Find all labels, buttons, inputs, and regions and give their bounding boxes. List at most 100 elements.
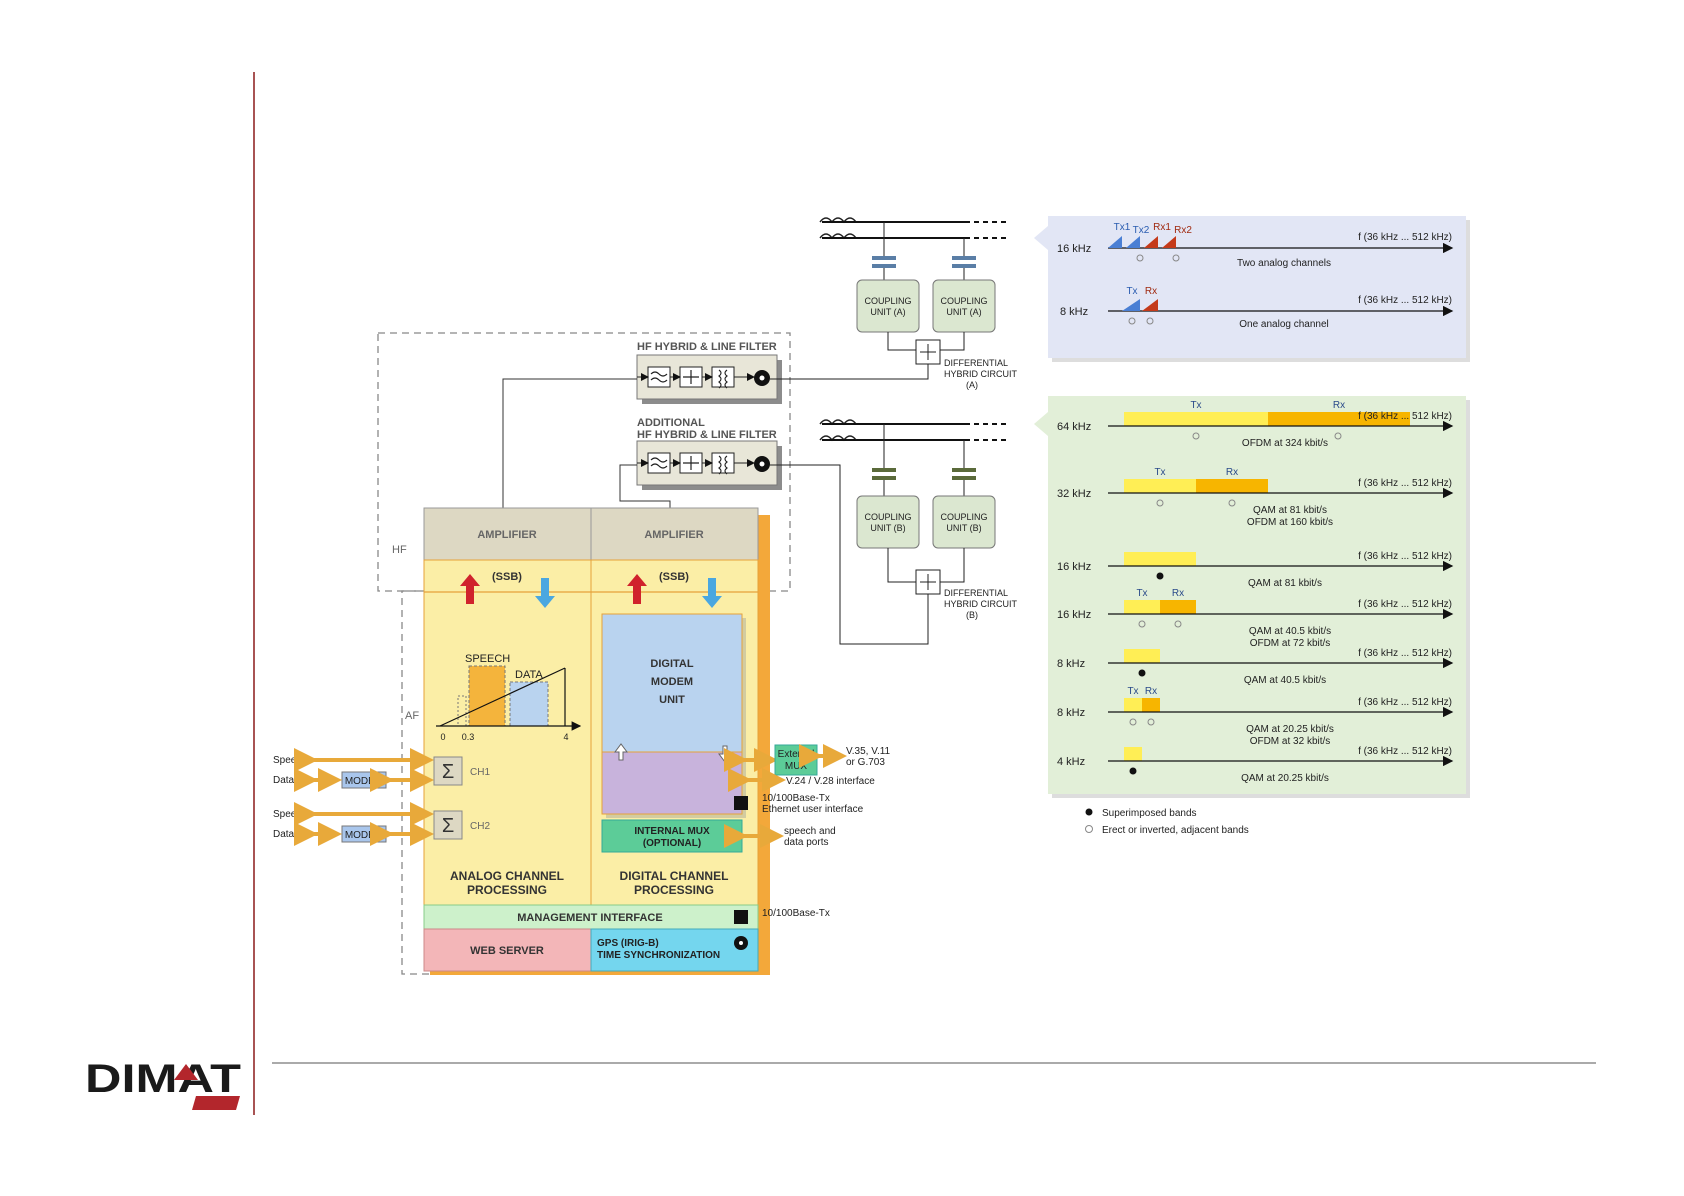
freq-range-label: f (36 kHz ... 512 kHz) [1358,599,1452,610]
svg-text:UNIT (B): UNIT (B) [870,523,905,533]
data-band [509,681,549,727]
freq-range-label: f (36 kHz ... 512 kHz) [1358,746,1452,757]
channel-name: CH1 [470,767,490,778]
logo-text: DIMAT [85,1057,241,1101]
bw-label: 64 kHz [1057,421,1091,433]
web-server-label: WEB SERVER [470,945,544,957]
analog-processing-1: ANALOG CHANNEL [450,869,564,883]
superimposed-dot [1156,572,1164,580]
svg-text:(A): (A) [966,380,978,390]
modem-label: MODEM [345,776,383,787]
bw-label: 16 kHz [1057,609,1091,621]
ssb-label-1: (SSB) [492,571,522,583]
tx-band [1124,552,1196,566]
coupling-unit-a2 [932,279,996,333]
svg-text:Σ: Σ [442,761,454,783]
transformer-icon [711,452,735,474]
svg-text:One analog channel: One analog channel [1239,319,1329,330]
rx-band [1160,600,1196,614]
additional-title-1: ADDITIONAL [637,417,705,429]
freq-range-label: f (36 kHz ... 512 kHz) [1358,697,1452,708]
svg-text:DIFFERENTIAL: DIFFERENTIAL [944,588,1008,598]
modulation-caption: OFDM at 72 kbit/s [1250,638,1331,649]
amplifier-label-2: AMPLIFIER [644,529,703,541]
rx-band [1196,479,1268,493]
channel-1: Speech Data MODEM Σ CH1 [273,748,490,792]
channel-name: CH2 [470,821,490,832]
band-label: Tx [1127,686,1138,697]
coupling-b-group: COUPLING UNIT (B) COUPLING UNIT (B) DIFF… [770,424,1018,645]
speech-port-label: Speech [273,755,307,766]
diagram-canvas: DIMAT HF AF HF HYBRID & LINE FILTER ADDI… [85,72,1596,1115]
eth-label-1: 10/100Base-Tx [762,793,830,804]
tick-03: 0.3 [462,732,475,742]
gps-line-2: TIME SYNCHRONIZATION [597,950,720,961]
bw-label: 8 kHz [1060,306,1088,318]
coupling-unit-b2 [932,495,996,549]
modulation-caption: QAM at 40.5 kbit/s [1244,675,1326,686]
coupling-unit-a1 [856,279,920,333]
svg-text:f (36 kHz ... 512 kHz): f (36 kHz ... 512 kHz) [1358,295,1452,306]
coupling-a-group: COUPLING UNIT (A) COUPLING UNIT (A) DIFF… [770,222,1018,390]
bw-label: 8 kHz [1057,658,1085,670]
logo-accent [192,1096,240,1110]
wire-amp-hf [502,378,637,508]
external-mux-1: External [778,749,815,760]
tx-band [1124,747,1142,761]
speech-band [468,665,506,727]
external-mux-2: MUX [785,761,808,772]
internal-mux-line-1: INTERNAL MUX [634,826,710,837]
digital-modem-line-3: UNIT [659,694,685,706]
additional-title-2: HF HYBRID & LINE FILTER [637,429,777,441]
legend: Superimposed bands Erect or inverted, ad… [1085,808,1249,836]
tx-band [1124,412,1268,426]
legend-adjacent: Erect or inverted, adjacent bands [1102,825,1249,836]
svg-text:Rx2: Rx2 [1174,225,1192,236]
ssb-label-2: (SSB) [659,571,689,583]
freq-range-label: f (36 kHz ... 512 kHz) [1358,411,1452,422]
dimat-logo: DIMAT [85,1057,241,1110]
v35-label-1: V.35, V.11 [846,746,891,757]
svg-text:Tx: Tx [1126,286,1137,297]
modulation-caption: OFDM at 32 kbit/s [1250,736,1331,747]
tx-band [1124,479,1196,493]
freq-range-label: f (36 kHz ... 512 kHz) [1358,551,1452,562]
modem-label: MODEM [345,830,383,841]
modulation-caption: OFDM at 324 kbit/s [1242,438,1328,449]
hf-hybrid-title: HF HYBRID & LINE FILTER [637,341,777,353]
svg-text:Two analog channels: Two analog channels [1237,258,1331,269]
svg-text:(B): (B) [966,610,978,620]
band-label: Rx [1172,588,1184,599]
superimposed-dot [1138,669,1146,677]
svg-text:COUPLING: COUPLING [864,512,911,522]
modulation-caption: QAM at 20.25 kbit/s [1241,773,1329,784]
speech-port-label: Speech [273,809,307,820]
slide: DIMAT HF AF HF HYBRID & LINE FILTER ADDI… [0,0,1684,1191]
svg-text:Tx1: Tx1 [1114,222,1131,233]
svg-text:UNIT (A): UNIT (A) [870,307,905,317]
hf-hybrid-filter: HF HYBRID & LINE FILTER [636,341,782,404]
transformer-icon [711,366,735,388]
svg-text:Tx2: Tx2 [1133,225,1150,236]
svg-text:Rx1: Rx1 [1153,222,1171,233]
digital-modem-line-2: MODEM [651,676,693,688]
tx-band [1124,698,1142,712]
modulation-caption: QAM at 40.5 kbit/s [1249,626,1331,637]
speech-data-ports-1: speech and [784,826,836,837]
svg-text:Rx: Rx [1145,286,1157,297]
amplifier-label-1: AMPLIFIER [477,529,536,541]
digital-channel-panel: 64 kHz Tx Rx f (36 kHz ... 512 kHz) OFDM at … [1034,396,1470,798]
svg-text:Σ: Σ [442,815,454,837]
svg-text:f (36 kHz ... 512 kHz): f (36 kHz ... 512 kHz) [1358,232,1452,243]
band-label: Rx [1145,686,1157,697]
svg-text:DIFFERENTIAL: DIFFERENTIAL [944,358,1008,368]
ethernet-port-icon [734,796,748,810]
bw-label: 32 kHz [1057,488,1091,500]
af-label: AF [405,710,419,722]
svg-text:HYBRID CIRCUIT: HYBRID CIRCUIT [944,599,1018,609]
power-line-lower [819,419,1010,442]
bw-label: 4 kHz [1057,756,1085,768]
data-port-label: Data [273,829,295,840]
power-line-upper [819,217,1010,240]
bw-label: 16 kHz [1057,243,1091,255]
